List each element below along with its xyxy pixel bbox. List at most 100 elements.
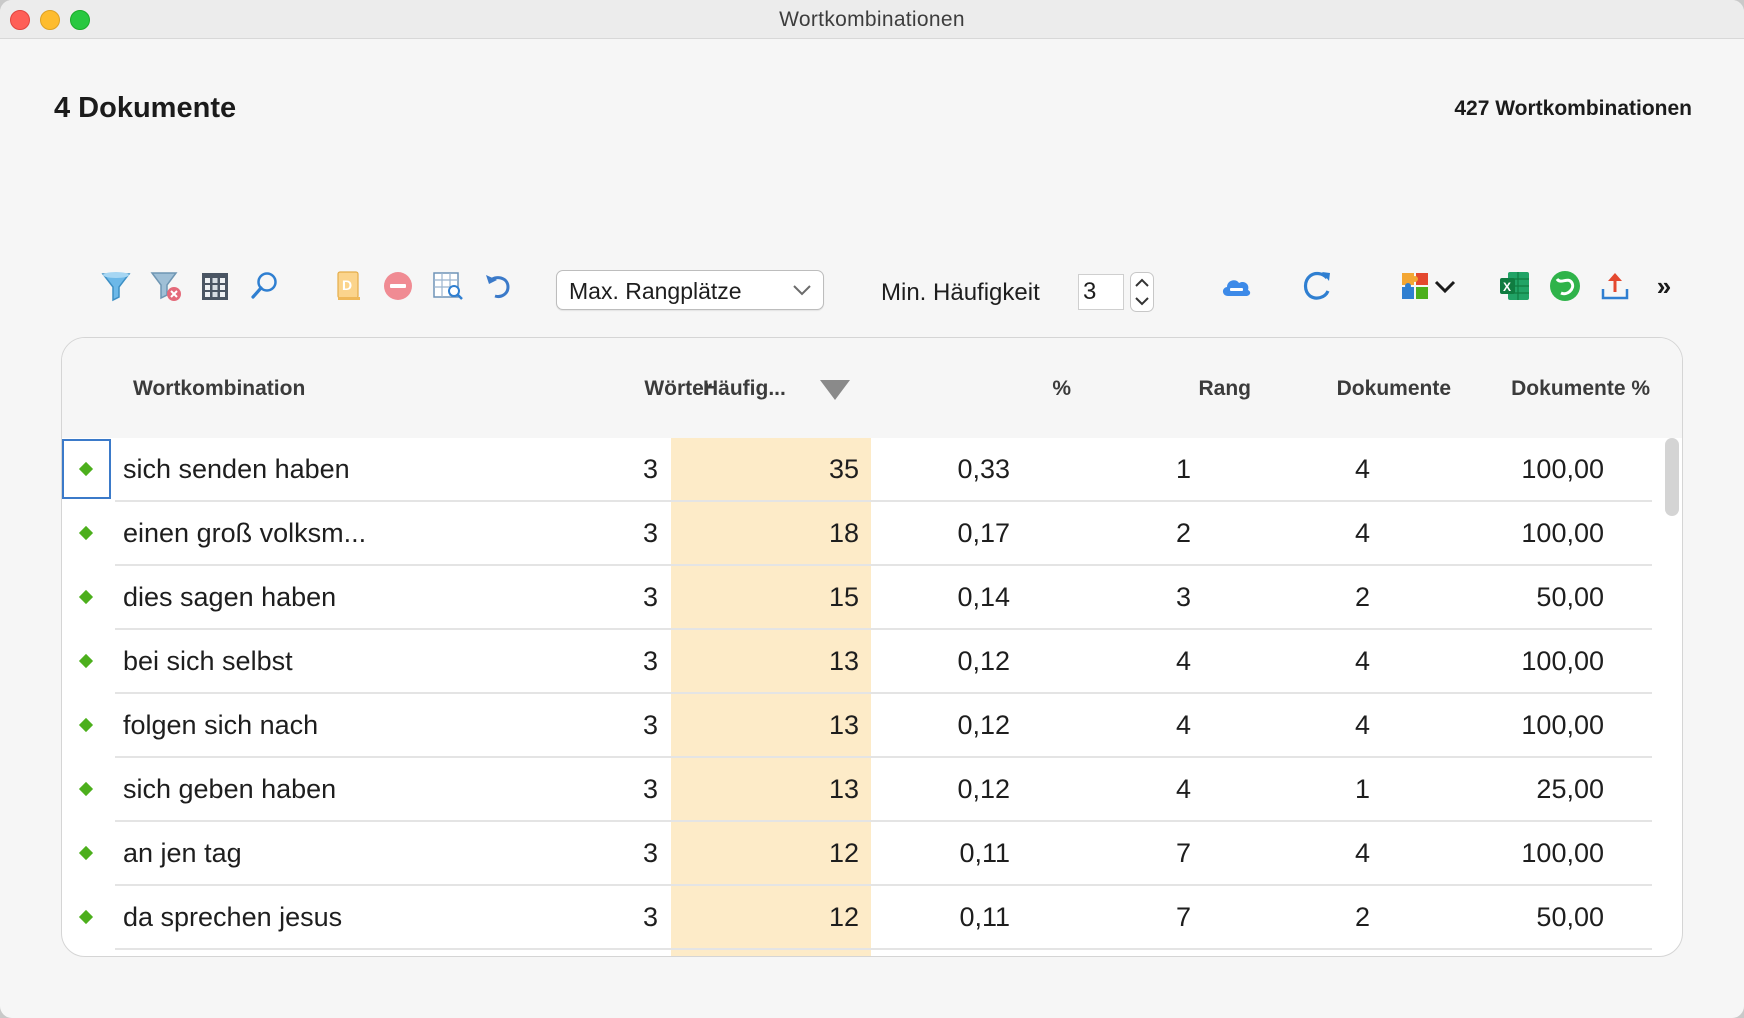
diamond-bullet-icon <box>78 909 94 925</box>
chevron-down-icon <box>793 285 811 296</box>
table-header: Wortkombination Wörter Häufig... % Rang … <box>62 338 1682 438</box>
puzzle-menu-chevron-icon[interactable] <box>1430 268 1460 304</box>
cell-combination: sich geben haben <box>123 774 337 804</box>
spss-icon[interactable] <box>1547 268 1583 304</box>
table-row[interactable]: bei sich selbst 3 13 0,12 4 4 100,00 <box>62 630 1652 694</box>
table-row[interactable]: sich senden haben 3 35 0,33 1 4 100,00 <box>62 438 1652 502</box>
cell-rank: 4 <box>1175 646 1191 676</box>
cell-frequency: 15 <box>828 582 859 612</box>
clear-filter-icon[interactable] <box>148 268 184 304</box>
table-row[interactable]: dies sagen haben 3 15 0,14 3 2 50,00 <box>62 566 1652 630</box>
cell-words: 3 <box>642 518 658 548</box>
cell-combination: folgen sich nach <box>123 710 319 740</box>
title-bar: Wortkombinationen <box>0 0 1744 39</box>
filter-icon[interactable] <box>98 268 134 304</box>
cell-percent: 0,11 <box>959 902 1010 932</box>
cell-words: 3 <box>642 774 658 804</box>
cell-percent: 0,11 <box>959 838 1010 868</box>
table-search-icon[interactable] <box>430 268 466 304</box>
cell-rank: 4 <box>1175 774 1191 804</box>
vertical-scrollbar[interactable] <box>1665 438 1679 516</box>
cell-combination: an jen tag <box>123 838 242 868</box>
remove-icon[interactable] <box>380 268 416 304</box>
document-count: 4 Dokumente <box>54 92 237 124</box>
cell-combination: sich senden haben <box>123 454 350 484</box>
svg-text:X: X <box>1503 280 1511 294</box>
cell-words: 3 <box>642 710 658 740</box>
column-header-documents[interactable]: Dokumente <box>1337 377 1451 401</box>
more-toolbar-button[interactable]: » <box>1646 268 1682 304</box>
cell-combination: da sprechen jesus <box>123 902 343 932</box>
cloud-icon[interactable] <box>1218 268 1254 304</box>
table-row[interactable]: folgen sich nach 3 13 0,12 4 4 100,00 <box>62 694 1652 758</box>
cell-documents: 1 <box>1354 774 1370 804</box>
diamond-bullet-icon <box>78 717 94 733</box>
column-header-combination[interactable]: Wortkombination <box>133 377 305 401</box>
cell-words: 3 <box>642 838 658 868</box>
cell-words: 3 <box>642 454 658 484</box>
cell-rank: 2 <box>1175 518 1191 548</box>
column-header-documents-percent[interactable]: Dokumente % <box>1511 377 1650 401</box>
cell-combination: bei sich selbst <box>123 646 293 676</box>
cell-frequency: 18 <box>828 518 859 548</box>
cell-documents-percent: 100,00 <box>1521 838 1604 868</box>
column-header-rank[interactable]: Rang <box>1199 377 1252 401</box>
cell-frequency: 13 <box>828 710 859 740</box>
cell-words: 3 <box>642 582 658 612</box>
table-row[interactable]: einen groß volksm... 3 18 0,17 2 4 100,00 <box>62 502 1652 566</box>
document-icon[interactable]: D <box>330 268 366 304</box>
puzzle-icon[interactable] <box>1397 268 1433 304</box>
cell-rank: 1 <box>1175 454 1191 484</box>
diamond-bullet-icon <box>78 589 94 605</box>
rank-select-label: Max. Rangplätze <box>569 278 742 304</box>
diamond-bullet-icon <box>78 653 94 669</box>
window-title: Wortkombinationen <box>779 8 965 31</box>
rank-select[interactable]: Max. Rangplätze <box>556 270 824 310</box>
cell-documents: 4 <box>1354 646 1370 676</box>
svg-text:D: D <box>342 277 352 293</box>
min-frequency-label: Min. Häufigkeit <box>881 279 1040 306</box>
excel-icon[interactable]: X <box>1497 268 1533 304</box>
cell-frequency: 13 <box>828 774 859 804</box>
combination-count: 427 Wortkombinationen <box>1454 97 1692 120</box>
columns-icon[interactable] <box>197 268 233 304</box>
cell-documents-percent: 25,00 <box>1536 774 1604 804</box>
column-header-frequency[interactable]: Häufig... <box>703 377 786 401</box>
row-divider <box>115 948 1652 950</box>
cell-rank: 3 <box>1175 582 1191 612</box>
undo-icon[interactable] <box>480 268 516 304</box>
word-combinations-table: Wortkombination Wörter Häufig... % Rang … <box>61 337 1683 957</box>
cell-documents: 4 <box>1354 454 1370 484</box>
cell-documents-percent: 100,00 <box>1521 710 1604 740</box>
sort-descending-icon[interactable] <box>818 378 852 402</box>
cell-percent: 0,12 <box>957 774 1010 804</box>
cell-combination: dies sagen haben <box>123 582 337 612</box>
column-header-percent[interactable]: % <box>1052 377 1071 401</box>
cell-percent: 0,12 <box>957 646 1010 676</box>
export-icon[interactable] <box>1597 268 1633 304</box>
app-window: Wortkombinationen 4 Dokumente 427 Wortko… <box>0 0 1744 1018</box>
column-header-words[interactable]: Wörter <box>644 377 712 401</box>
table-body: sich senden haben 3 35 0,33 1 4 100,00 einen gr… <box>62 438 1682 956</box>
cell-rank: 4 <box>1175 710 1191 740</box>
cell-rank: 7 <box>1175 902 1191 932</box>
diamond-bullet-icon <box>78 781 94 797</box>
min-frequency-input[interactable] <box>1078 274 1124 310</box>
cell-combination: einen groß volksm... <box>123 518 367 548</box>
cell-percent: 0,12 <box>957 710 1010 740</box>
cell-documents: 2 <box>1354 902 1370 932</box>
cell-frequency: 12 <box>828 902 859 932</box>
diamond-bullet-icon <box>78 525 94 541</box>
table-row[interactable]: da sprechen jesus 3 12 0,11 7 2 50,00 <box>62 886 1652 950</box>
table-row[interactable]: sich geben haben 3 13 0,12 4 1 25,00 <box>62 758 1652 822</box>
cell-words: 3 <box>642 646 658 676</box>
cell-documents: 4 <box>1354 710 1370 740</box>
table-row[interactable]: an jen tag 3 12 0,11 7 4 100,00 <box>62 822 1652 886</box>
refresh-icon[interactable] <box>1299 268 1335 304</box>
cell-percent: 0,14 <box>957 582 1010 612</box>
cell-documents: 4 <box>1354 518 1370 548</box>
cell-documents: 2 <box>1354 582 1370 612</box>
search-icon[interactable] <box>247 268 283 304</box>
min-frequency-stepper[interactable] <box>1130 272 1154 312</box>
cell-documents-percent: 100,00 <box>1521 646 1604 676</box>
